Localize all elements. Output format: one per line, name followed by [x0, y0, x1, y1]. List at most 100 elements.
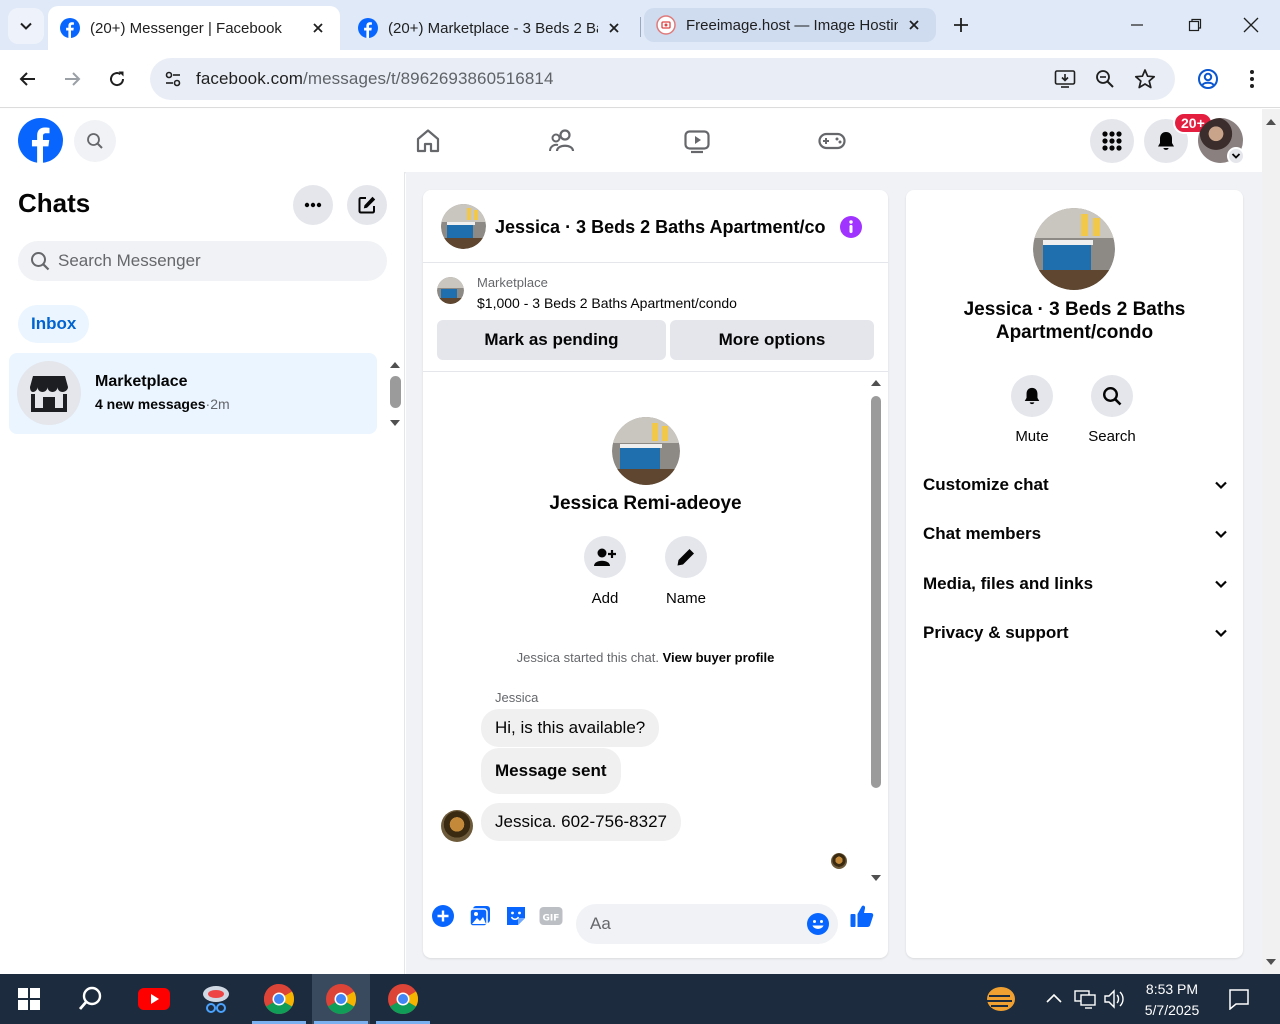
scroll-up-arrow-icon[interactable] — [870, 378, 882, 388]
name-button[interactable] — [665, 536, 707, 578]
facebook-search-button[interactable] — [74, 120, 116, 162]
listing-thumbnail[interactable] — [437, 277, 464, 304]
search-messenger-input[interactable] — [58, 241, 378, 281]
message-input[interactable] — [590, 904, 790, 944]
message-composer[interactable] — [576, 904, 838, 944]
gaming-nav-button[interactable] — [815, 124, 849, 158]
chrome-app-1[interactable] — [250, 974, 308, 1024]
forward-button[interactable] — [55, 62, 89, 96]
chat-list-scrollbar-thumb[interactable] — [390, 376, 401, 408]
search-label: Search — [1088, 428, 1136, 445]
bell-icon — [1024, 387, 1040, 405]
start-button[interactable] — [0, 974, 58, 1024]
snipping-tool-app[interactable] — [187, 974, 245, 1024]
home-nav-button[interactable] — [411, 124, 445, 158]
close-tab-icon[interactable] — [904, 15, 924, 35]
inbox-filter[interactable]: Inbox — [18, 305, 90, 343]
mute-button[interactable] — [1011, 375, 1053, 417]
scroll-down-arrow-icon[interactable] — [870, 873, 882, 883]
menu-grid-button[interactable] — [1090, 119, 1134, 163]
minimize-button[interactable] — [1108, 0, 1166, 50]
chat-members-section[interactable]: Chat members — [923, 514, 1228, 554]
like-button[interactable] — [849, 903, 875, 929]
address-bar[interactable]: facebook.com/messages/t/8962693860516814 — [150, 58, 1175, 100]
message-bubble[interactable]: Hi, is this available? — [481, 709, 660, 747]
tab-search-button[interactable] — [8, 8, 44, 44]
section-label: Media, files and links — [923, 574, 1094, 593]
mark-as-pending-button[interactable]: Mark as pending — [437, 320, 666, 360]
taskbar-search-button[interactable] — [62, 974, 120, 1024]
sender-avatar[interactable] — [441, 810, 473, 842]
close-icon — [1243, 17, 1259, 33]
add-button[interactable] — [584, 536, 626, 578]
mute-action[interactable]: Mute — [997, 375, 1067, 445]
privacy-support-section[interactable]: Privacy & support — [923, 613, 1228, 653]
attach-photo-button[interactable] — [467, 903, 493, 929]
youtube-app[interactable] — [125, 974, 183, 1024]
chat-avatar — [17, 361, 81, 425]
account-circle-icon — [1198, 69, 1218, 89]
tab-messenger[interactable]: (20+) Messenger | Facebook — [48, 6, 340, 50]
section-label: Chat members — [923, 524, 1042, 543]
chat-info-avatar[interactable] — [1033, 208, 1115, 290]
close-tab-icon[interactable] — [308, 18, 328, 38]
emoji-icon[interactable] — [806, 912, 830, 936]
messenger-search[interactable] — [18, 241, 387, 281]
install-app-icon[interactable] — [1052, 66, 1078, 92]
tab-freeimage[interactable]: Freeimage.host — Image Hostin — [644, 8, 936, 42]
close-tab-icon[interactable] — [604, 18, 624, 38]
search-action[interactable]: Search — [1077, 375, 1147, 445]
chrome-app-2[interactable] — [312, 974, 370, 1024]
name-action[interactable]: Name — [656, 536, 716, 607]
back-button[interactable] — [11, 62, 45, 96]
gif-button[interactable]: GIF — [538, 903, 564, 929]
sticker-button[interactable] — [503, 903, 529, 929]
account-chevron-icon[interactable] — [1227, 147, 1245, 165]
browser-menu-button[interactable] — [1235, 62, 1269, 96]
tab-marketplace[interactable]: (20+) Marketplace - 3 Beds 2 Ba — [346, 6, 636, 50]
more-actions-button[interactable] — [430, 903, 456, 929]
customize-chat-section[interactable]: Customize chat — [923, 465, 1228, 505]
url-text[interactable]: facebook.com/messages/t/8962693860516814 — [196, 69, 554, 89]
close-window-button[interactable] — [1222, 0, 1280, 50]
chat-options-button[interactable] — [293, 185, 333, 225]
freeimage-icon — [656, 15, 676, 35]
chrome-app-3[interactable] — [374, 974, 432, 1024]
watch-nav-button[interactable] — [680, 124, 714, 158]
taskbar-clock[interactable]: 8:53 PM 5/7/2025 — [1136, 979, 1208, 1021]
listing-title[interactable]: $1,000 - 3 Beds 2 Baths Apartment/condo — [477, 295, 737, 311]
profile-button[interactable] — [1191, 62, 1225, 96]
bookmark-star-icon[interactable] — [1132, 66, 1158, 92]
profile-avatar[interactable] — [612, 417, 680, 485]
view-buyer-profile-link[interactable]: View buyer profile — [663, 650, 775, 665]
media-files-links-section[interactable]: Media, files and links — [923, 564, 1228, 604]
new-message-button[interactable] — [347, 185, 387, 225]
friends-nav-button[interactable] — [546, 124, 580, 158]
more-options-button[interactable]: More options — [670, 320, 874, 360]
chat-list-item[interactable]: Marketplace 4 new messages·2m — [9, 353, 377, 434]
site-settings-icon[interactable] — [158, 64, 188, 94]
thumbs-up-icon — [850, 905, 874, 927]
chevron-up-icon[interactable] — [1045, 992, 1063, 1004]
search-icon — [78, 986, 102, 1010]
search-in-conversation-button[interactable] — [1091, 375, 1133, 417]
zoom-icon[interactable] — [1092, 66, 1118, 92]
add-action[interactable]: Add — [575, 536, 635, 607]
restore-button[interactable] — [1166, 0, 1224, 50]
new-tab-button[interactable] — [946, 10, 976, 40]
notification-center-icon[interactable] — [1228, 988, 1250, 1010]
network-icon[interactable] — [1074, 989, 1096, 1009]
scroll-up-arrow-icon[interactable] — [389, 360, 401, 370]
scroll-down-arrow-icon[interactable] — [389, 418, 401, 428]
weather-app-icon[interactable] — [984, 984, 1018, 1014]
message-bubble[interactable]: Message sent — [481, 748, 621, 794]
conversation-scrollbar-thumb[interactable] — [871, 396, 881, 788]
message-bubble[interactable]: Jessica. 602-756-8327 — [481, 803, 682, 841]
conversation-avatar[interactable] — [441, 204, 486, 249]
reload-button[interactable] — [100, 62, 134, 96]
facebook-logo-icon[interactable] — [18, 118, 63, 163]
volume-icon[interactable] — [1103, 989, 1127, 1009]
info-icon[interactable] — [839, 215, 863, 239]
page-scrollbar[interactable] — [1262, 109, 1280, 974]
section-label: Privacy & support — [923, 623, 1069, 642]
